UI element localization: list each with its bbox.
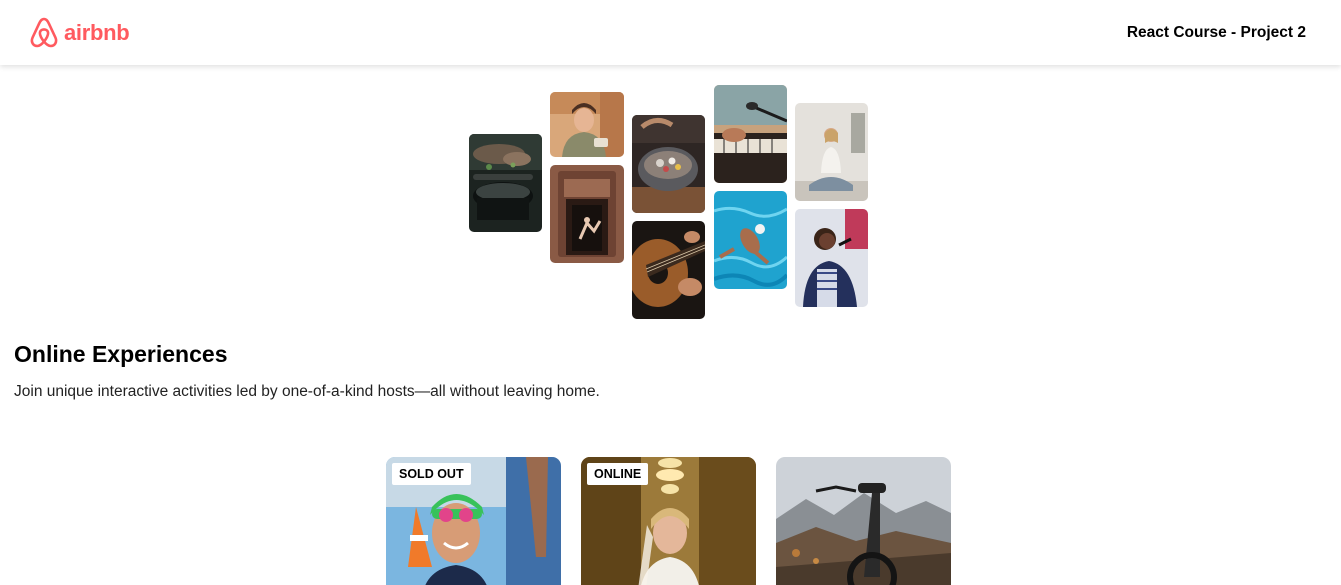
card-status-badge: ONLINE <box>587 463 649 485</box>
hero-photo-keyboard-microphone <box>714 85 787 183</box>
hero-photo-yoga <box>795 103 868 201</box>
hero-photo-cooking <box>469 134 542 232</box>
experience-card[interactable] <box>776 457 951 585</box>
card-status-badge: SOLD OUT <box>392 463 471 485</box>
nav-title: React Course - Project 2 <box>1126 23 1306 41</box>
hero-photo-swimmer <box>714 191 787 289</box>
hero-photo-singer <box>795 209 868 307</box>
card-image-bike-mountains <box>776 457 951 585</box>
hero-photo-woman-portrait <box>550 92 624 157</box>
hero-photo-dancer-doorway <box>550 165 624 263</box>
hero-description: Join unique interactive activities led b… <box>14 383 600 400</box>
hero-photo-guitar <box>632 221 705 319</box>
hero-title: Online Experiences <box>14 341 228 367</box>
airbnb-logo-icon <box>30 17 58 48</box>
airbnb-logo-text: airbnb <box>64 19 130 45</box>
airbnb-logo[interactable]: airbnb <box>29 16 130 49</box>
experience-card[interactable]: ONLINE <box>581 457 756 585</box>
hero-photo-food-bowl <box>632 115 705 213</box>
navbar: airbnb React Course - Project 2 <box>0 0 1341 65</box>
experience-card[interactable]: SOLD OUT <box>386 457 561 585</box>
